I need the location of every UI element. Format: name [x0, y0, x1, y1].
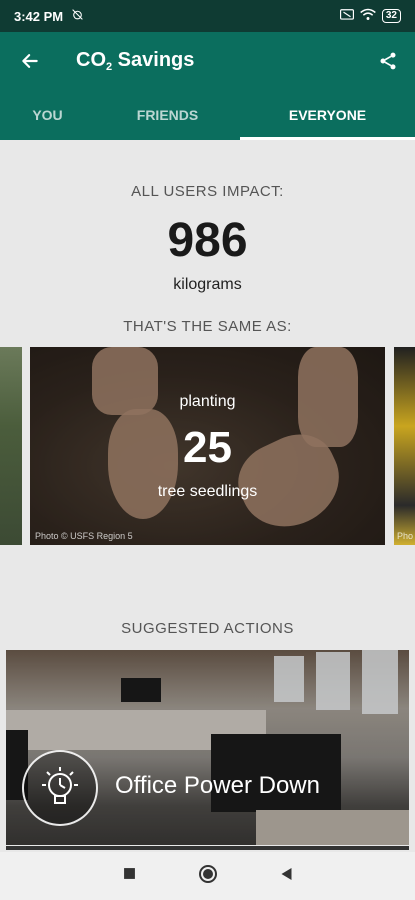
action-title: Office Power Down — [115, 772, 320, 799]
status-bar: 3:42 PM 32 — [0, 0, 415, 32]
recents-button[interactable] — [123, 867, 136, 885]
photo-credit: Pho — [397, 531, 414, 541]
status-time: 3:42 PM — [14, 8, 64, 24]
equivalence-label: THAT'S THE SAME AS: — [123, 318, 292, 335]
square-icon — [123, 868, 135, 879]
screen-cast-icon — [339, 8, 354, 24]
alarm-off-icon — [71, 8, 84, 24]
app-bar: CO2 Savings — [0, 32, 415, 90]
carousel-card-next[interactable]: Pho — [394, 347, 415, 545]
home-button[interactable] — [198, 864, 218, 889]
suggested-actions-label: SUGGESTED ACTIONS — [121, 620, 294, 637]
share-icon — [380, 52, 396, 70]
action-card-office-power-down[interactable]: Office Power Down — [6, 650, 409, 845]
back-button[interactable] — [0, 51, 60, 71]
page-title: CO2 Savings — [76, 49, 195, 73]
wifi-icon — [360, 8, 376, 24]
carousel-card-previous[interactable] — [0, 347, 22, 545]
status-icons: 32 — [339, 8, 401, 24]
next-action-card-edge — [6, 846, 409, 850]
equivalence-card[interactable]: planting 25 tree seedlings Photo © USFS … — [30, 347, 385, 545]
impact-value: 986 — [167, 214, 248, 267]
share-button[interactable] — [361, 50, 415, 72]
triangle-back-icon — [281, 867, 291, 880]
circle-icon — [198, 864, 217, 883]
system-nav-bar — [0, 852, 415, 900]
equivalence-post-text: tree seedlings — [157, 483, 258, 500]
impact-unit: kilograms — [173, 276, 242, 293]
back-nav-button[interactable] — [280, 867, 293, 886]
equivalence-value: 25 — [183, 423, 232, 472]
tab-friends[interactable]: FRIENDS — [95, 90, 240, 140]
tab-you[interactable]: YOU — [0, 90, 95, 140]
tab-everyone[interactable]: EVERYONE — [240, 90, 415, 140]
arrow-left-icon — [22, 54, 38, 68]
tab-bar: YOU FRIENDS EVERYONE — [0, 90, 415, 140]
battery-icon: 32 — [381, 9, 401, 23]
lightbulb-clock-icon — [22, 750, 98, 826]
equivalence-pre-text: planting — [179, 393, 236, 410]
impact-label: ALL USERS IMPACT: — [131, 183, 284, 200]
photo-credit: Photo © USFS Region 5 — [35, 531, 133, 541]
